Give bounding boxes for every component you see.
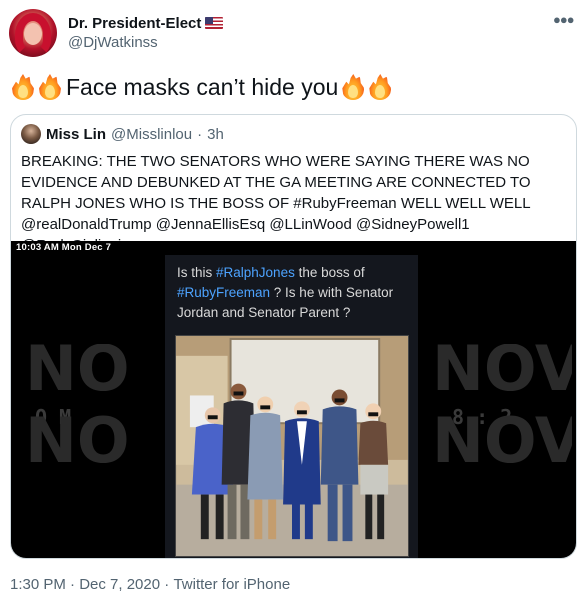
hashtag-ralphjones: #RalphJones (216, 265, 295, 280)
author-display-name[interactable]: Dr. President-Elect (68, 15, 201, 32)
tweet-footer: 1:30 PM · Dec 7, 2020 · Twitter for iPho… (10, 574, 290, 594)
quoted-tweet-card[interactable]: Miss Lin @Misslinlou · 3h BREAKING: THE … (10, 114, 577, 559)
tweet-body-text: Face masks can’t hide you (66, 73, 339, 100)
author-avatar[interactable] (9, 9, 57, 57)
quoted-tweet-time: 3h (207, 125, 224, 143)
us-flag-icon (205, 17, 224, 29)
tweet-text: Face masks can’t hide you (10, 70, 394, 104)
author-handle[interactable]: @DjWatkinss (68, 34, 158, 51)
screenshot-caption: Is this #RalphJones the boss of #RubyFre… (177, 263, 412, 323)
tweet-timestamp[interactable]: 1:30 PM · Dec 7, 2020 (10, 576, 160, 593)
quoted-tweet-media[interactable]: 10:03 AM Mon Dec 7 NO O M NO NOV 8 : 2 N… (11, 241, 576, 558)
caption-text: Is this (177, 265, 217, 280)
bg-letters-right-lower: NOV (432, 404, 572, 464)
fire-icon (340, 72, 366, 102)
fire-icon (10, 72, 36, 102)
quoted-author-name: Miss Lin (46, 125, 107, 143)
tweet: Dr. President-Elect @DjWatkinss ●●● Face… (0, 0, 588, 603)
group-photo (175, 335, 409, 557)
footer-separator: · (160, 575, 174, 593)
screenshot-status-time: 10:03 AM Mon Dec 7 (16, 242, 112, 253)
fire-icon (367, 72, 393, 102)
bg-letters-right: NOV (432, 344, 572, 405)
avatar-face (24, 23, 42, 45)
hashtag-rubyfreeman: #RubyFreeman (177, 285, 271, 300)
quoted-tweet-header: Miss Lin @Misslinlou · 3h (21, 124, 224, 144)
tweet-source[interactable]: Twitter for iPhone (173, 576, 290, 593)
author-name-row: Dr. President-Elect (68, 13, 224, 33)
quoted-author-avatar (21, 124, 41, 144)
background-graphic-right: NOV 8 : 2 NOV (432, 344, 572, 464)
bg-letters-left-lower: NO (25, 404, 129, 464)
background-graphic-left: NO O M NO (25, 344, 129, 464)
separator-dot: · (197, 125, 203, 143)
caption-text: the boss of (294, 265, 365, 280)
more-options-icon[interactable]: ●●● (553, 12, 575, 28)
fire-icon (37, 72, 63, 102)
quoted-author-handle: @Misslinlou (111, 125, 193, 143)
phone-screenshot: Is this #RalphJones the boss of #RubyFre… (165, 255, 418, 558)
bg-letters-left: NO (25, 344, 129, 405)
